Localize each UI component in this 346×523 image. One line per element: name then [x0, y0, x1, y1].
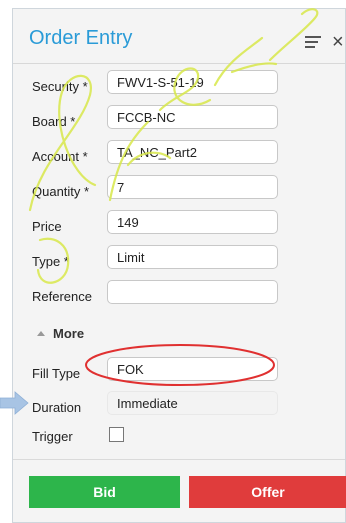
- title-bar: Order Entry ×: [13, 9, 345, 64]
- collapse-up-triangle-icon: [37, 331, 45, 336]
- board-label: Board *: [32, 114, 76, 129]
- more-toggle[interactable]: More: [37, 326, 84, 341]
- offer-button[interactable]: Offer: [189, 476, 346, 508]
- fill-type-label: Fill Type: [32, 366, 81, 381]
- quantity-label: Quantity *: [32, 184, 90, 199]
- bid-button[interactable]: Bid: [29, 476, 180, 508]
- panel-title: Order Entry: [29, 27, 133, 49]
- reference-label: Reference: [32, 289, 92, 304]
- account-input[interactable]: [107, 140, 278, 164]
- order-entry-panel: Order Entry × Security * Board * Account…: [12, 8, 346, 523]
- trigger-checkbox[interactable]: [109, 427, 124, 442]
- hamburger-menu-icon[interactable]: [305, 36, 321, 50]
- price-label: Price: [32, 219, 62, 234]
- type-label: Type *: [32, 254, 69, 269]
- quantity-input[interactable]: [107, 175, 278, 199]
- duration-label: Duration: [32, 400, 82, 415]
- security-input[interactable]: [107, 70, 278, 94]
- security-label: Security *: [32, 79, 88, 94]
- board-input[interactable]: [107, 105, 278, 129]
- trigger-label: Trigger: [32, 429, 73, 444]
- account-label: Account *: [32, 149, 88, 164]
- fill-type-select[interactable]: [107, 357, 278, 381]
- close-icon[interactable]: ×: [332, 31, 344, 54]
- footer-divider: [13, 459, 345, 460]
- type-select[interactable]: [107, 245, 278, 269]
- price-input[interactable]: [107, 210, 278, 234]
- reference-input[interactable]: [107, 280, 278, 304]
- duration-field: [107, 391, 278, 415]
- more-label: More: [53, 326, 85, 341]
